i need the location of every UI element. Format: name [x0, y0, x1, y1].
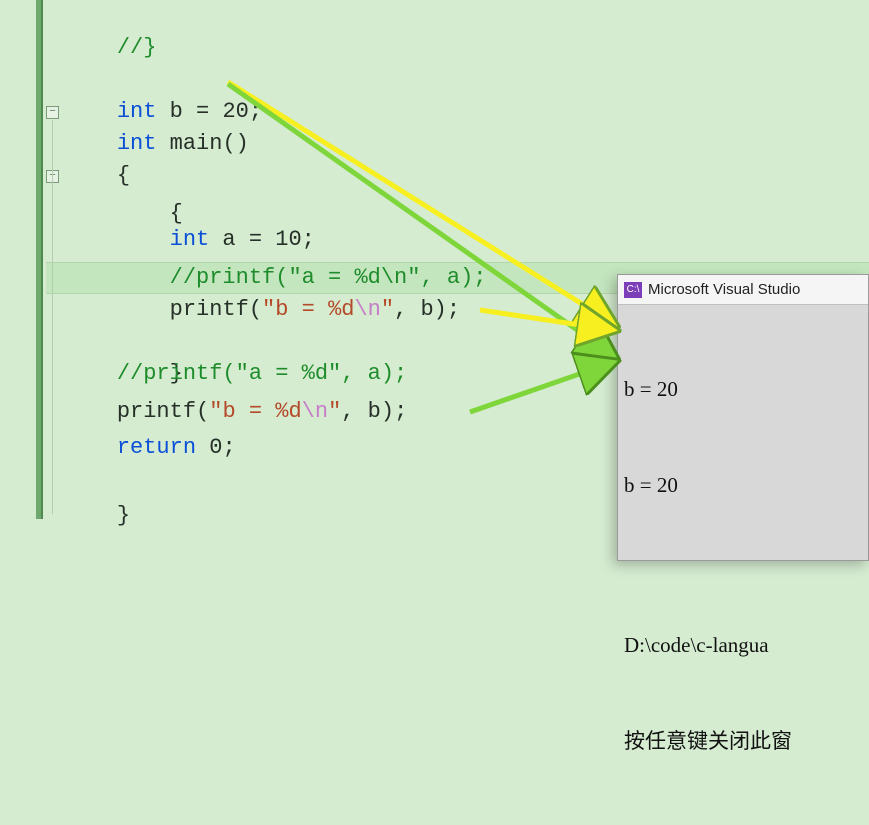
- fold-toggle[interactable]: −: [46, 106, 59, 119]
- brace: {: [117, 201, 183, 226]
- indent: [64, 227, 170, 252]
- number-literal: 10: [275, 227, 301, 252]
- indent: [64, 399, 117, 424]
- brace: }: [117, 503, 130, 528]
- escape-seq: \n: [354, 297, 380, 322]
- code-line[interactable]: }: [64, 326, 183, 358]
- code-line[interactable]: //}: [64, 0, 156, 32]
- code-line[interactable]: int b = 20;: [64, 64, 262, 96]
- operator: =: [249, 227, 275, 252]
- parens: (): [222, 131, 248, 156]
- code-line[interactable]: //printf("a = %d", a);: [64, 358, 407, 390]
- console-line: b = 20: [624, 373, 862, 405]
- indent: [64, 361, 117, 386]
- console-titlebar[interactable]: C:\ Microsoft Visual Studio: [618, 275, 868, 305]
- code-line[interactable]: {: [64, 166, 183, 198]
- function-call: printf: [170, 297, 249, 322]
- string-quote: ": [262, 297, 275, 322]
- args-rest: , b);: [341, 399, 407, 424]
- console-line: 按任意键关闭此窗: [624, 725, 862, 757]
- paren: (: [196, 399, 209, 424]
- string-literal: b =: [222, 399, 275, 424]
- code-line[interactable]: }: [64, 468, 130, 500]
- comment-text: //printf("a = %d\n", a);: [170, 265, 487, 290]
- code-line[interactable]: //printf("a = %d\n", a);: [64, 262, 486, 294]
- code-line[interactable]: int main(): [64, 96, 249, 128]
- args-rest: , b);: [394, 297, 460, 322]
- console-line: b = 20: [624, 469, 862, 501]
- format-spec: %d: [328, 297, 354, 322]
- indent: [64, 297, 170, 322]
- code-line[interactable]: return 0;: [64, 432, 236, 464]
- semicolon: ;: [302, 227, 315, 252]
- escape-seq: \n: [302, 399, 328, 424]
- semicolon: ;: [222, 435, 235, 460]
- comment-text: //}: [117, 35, 157, 60]
- vs-debug-console-icon: C:\: [624, 282, 642, 298]
- console-line: D:\code\c-langua: [624, 629, 862, 661]
- keyword: return: [117, 435, 196, 460]
- paren: (: [249, 297, 262, 322]
- space: [196, 435, 209, 460]
- number-literal: 0: [209, 435, 222, 460]
- function-name: main: [156, 131, 222, 156]
- code-line[interactable]: printf("b = %d\n", b);: [64, 396, 407, 428]
- string-quote: ": [381, 297, 394, 322]
- console-output[interactable]: b = 20 b = 20 D:\code\c-langua 按任意键关闭此窗: [618, 305, 868, 825]
- change-indicator-bar: [36, 0, 43, 519]
- semicolon: ;: [249, 99, 262, 124]
- keyword: int: [170, 227, 210, 252]
- line-number-gutter: [0, 0, 20, 561]
- code-line[interactable]: int a = 10;: [64, 224, 315, 256]
- format-spec: %d: [275, 399, 301, 424]
- code-line[interactable]: {: [64, 128, 130, 160]
- console-window[interactable]: C:\ Microsoft Visual Studio b = 20 b = 2…: [617, 274, 869, 561]
- string-literal: b =: [275, 297, 328, 322]
- comment-text: //printf("a = %d", a);: [117, 361, 407, 386]
- code-line[interactable]: printf("b = %d\n", b);: [64, 294, 460, 326]
- indent: [64, 265, 170, 290]
- string-quote: ": [209, 399, 222, 424]
- string-quote: ": [328, 399, 341, 424]
- indent: [64, 435, 117, 460]
- fold-guide-line: [52, 120, 53, 514]
- identifier: a: [209, 227, 249, 252]
- function-call: printf: [117, 399, 196, 424]
- console-title: Microsoft Visual Studio: [648, 281, 800, 298]
